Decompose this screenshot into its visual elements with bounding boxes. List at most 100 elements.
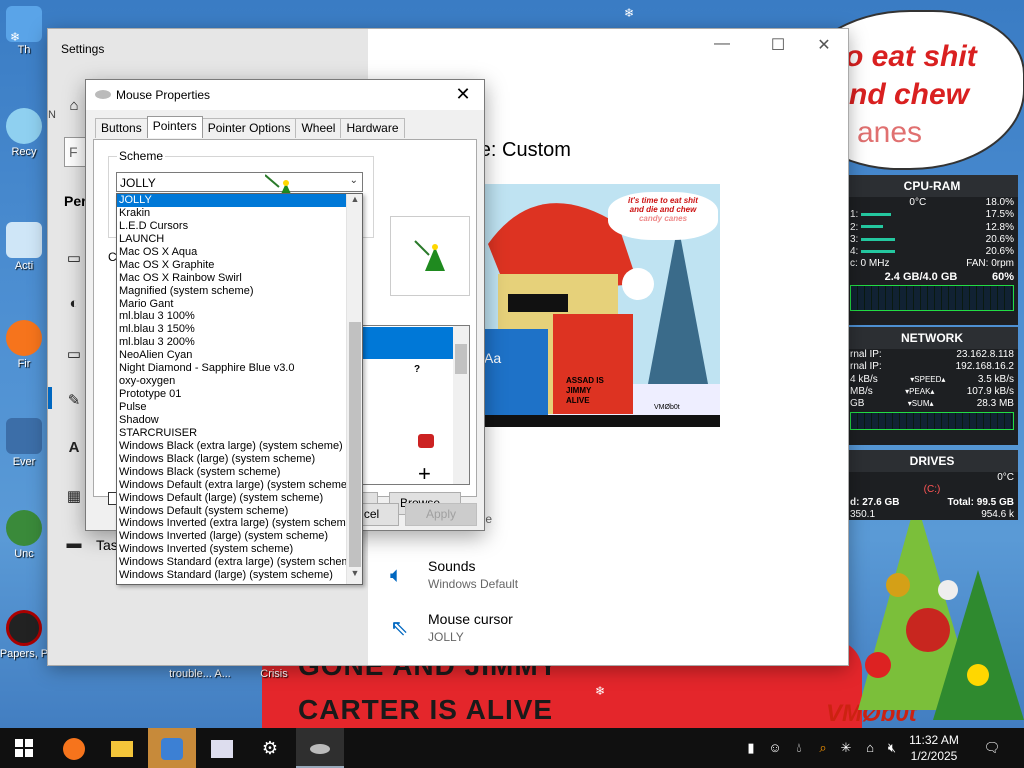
apply-button[interactable]: Apply [405,503,477,526]
scheme-dropdown-list[interactable]: JOLLY Krakin L.E.D Cursors LAUNCH Mac OS X A… [116,193,363,585]
desktop-icon-firefox[interactable]: Fir [0,320,54,370]
scheme-option[interactable]: Windows Default (system scheme) [117,505,362,518]
scheme-option[interactable]: Shadow [117,414,362,427]
desktop-icon-recycle-bin[interactable]: Recy [0,108,54,158]
taskbar-clock[interactable]: 11:32 AM 1/2/2025 [904,732,964,764]
start-icon[interactable]: ▦ [64,487,84,505]
close-icon[interactable]: ✕ [812,35,836,55]
tray-snowflake-icon[interactable]: ✳ [836,728,856,768]
taskbar-control-panel[interactable] [198,728,246,768]
scheme-option[interactable]: oxy-oxygen [117,375,362,388]
scheme-option[interactable]: Windows Standard (extra large) (system s… [117,556,362,569]
cpu-ram-widget: CPU-RAM 0°C 18.0% 1: 17.5% 2: 12.8% 3: 20… [846,175,1018,325]
desktop-icon-ever[interactable]: Ever [0,418,54,468]
scheme-option[interactable]: L.E.D Cursors [117,220,362,233]
desktop-icon-this-pc[interactable]: Th [0,6,54,56]
scheme-option[interactable]: ml.blau 3 200% [117,336,362,349]
scheme-option[interactable]: ml.blau 3 150% [117,323,362,336]
chevron-down-icon[interactable]: ⌄ [350,175,358,186]
maximize-icon[interactable]: ☐ [766,35,790,55]
fonts-icon[interactable]: A [64,439,84,456]
scheme-option[interactable]: Mac OS X Rainbow Swirl [117,272,362,285]
desktop-icon-activate[interactable]: Acti [0,222,54,272]
taskbar-mouse-properties[interactable] [296,728,344,768]
wallpaper-text-line-2: CARTER IS ALIVE [298,694,554,725]
taskbar-icon[interactable]: ▬ [64,535,84,552]
scrollbar-thumb[interactable] [349,322,361,567]
scheme-option[interactable]: Mac OS X Graphite [117,259,362,272]
taskbar-settings[interactable]: ⚙ [246,728,294,768]
tray-icon[interactable]: ▮ [742,728,760,768]
bubble-line-2: nd chew [849,78,970,111]
tray-drop-icon[interactable]: 💧︎ [790,728,808,768]
scheme-option[interactable]: JOLLY [117,194,362,207]
dialog-titlebar[interactable]: Mouse Properties ✕ [86,80,484,110]
cursor-list-scrollbar[interactable] [453,326,469,484]
lock-screen-icon[interactable]: ▭ [64,345,84,363]
scheme-option[interactable]: Windows Black (large) (system scheme) [117,453,362,466]
scrollbar-thumb[interactable] [455,344,467,374]
tab-pointer-options[interactable]: Pointer Options [201,118,297,138]
recycle-bin-icon [6,108,42,144]
tab-buttons[interactable]: Buttons [95,118,148,138]
home-icon[interactable]: ⌂ [64,97,84,114]
desktop-icon-papers-please[interactable]: Papers, P [0,610,54,660]
desktop-icon-label: trouble... A... [169,668,231,680]
scheme-option[interactable]: Windows Inverted (large) (system scheme) [117,530,362,543]
tab-hardware[interactable]: Hardware [340,118,405,138]
taskbar-firefox[interactable] [50,728,98,768]
scheme-combobox-value: JOLLY [120,176,156,190]
notification-icon[interactable]: 🗨︎ [980,728,1004,768]
scheme-option[interactable]: NeoAlien Cyan [117,349,362,362]
app-icon [6,510,42,546]
tray-people-icon[interactable]: ☺ [764,728,786,768]
scheme-option[interactable]: Windows Black (extra large) (system sche… [117,440,362,453]
scheme-option[interactable]: Night Diamond - Sapphire Blue v3.0 [117,362,362,375]
close-icon[interactable]: ✕ [450,84,476,105]
taskbar-app[interactable] [148,728,196,768]
scheme-option[interactable]: Krakin [117,207,362,220]
scheme-option[interactable]: Prototype 01 [117,388,362,401]
scheme-option[interactable]: Magnified (system scheme) [117,285,362,298]
scheme-option[interactable]: Windows Default (large) (system scheme) [117,492,362,505]
widget-title: CPU-RAM [846,175,1018,197]
taskbar-file-explorer[interactable] [98,728,146,768]
scheme-option[interactable]: ml.blau 3 100% [117,310,362,323]
scheme-option[interactable]: LAUNCH [117,233,362,246]
drives-widget: DRIVES 0°C (C:) d: 27.6 GB Total: 99.5 GB… [846,450,1018,520]
scheme-option[interactable]: Mac OS X Aqua [117,246,362,259]
desktop-icon-unc[interactable]: Unc [0,510,54,560]
colors-icon[interactable]: ◐ [64,295,84,312]
scheme-option[interactable]: Windows Standard (large) (system scheme) [117,569,362,582]
scroll-up-icon[interactable]: ▲ [347,194,363,210]
scheme-option[interactable]: Windows Inverted (extra large) (system s… [117,517,362,530]
scheme-option[interactable]: Mario Gant [117,298,362,311]
themes-icon[interactable]: ✎ [64,391,84,409]
volume-muted-icon[interactable]: 🔇︎ [882,728,902,768]
scheme-option[interactable]: STARCRUISER [117,427,362,440]
scheme-options: JOLLY Krakin L.E.D Cursors LAUNCH Mac OS X A… [117,194,362,582]
nav-item-taskbar[interactable]: Tas [96,537,118,553]
background-icon[interactable]: ▭ [64,249,84,267]
scheme-option[interactable]: Windows Default (extra large) (system sc… [117,479,362,492]
tab-wheel[interactable]: Wheel [295,118,342,138]
tab-pointers[interactable]: Pointers [146,116,203,138]
dropdown-scrollbar[interactable]: ▲ ▼ [346,194,362,584]
folder-icon [111,741,133,758]
scheme-combobox[interactable]: JOLLY ⌄ [116,172,363,205]
setting-sounds[interactable]: 🔈︎ Sounds Windows Default [390,558,688,591]
gear-icon: ⚙ [261,738,279,758]
scheme-option[interactable]: Windows Inverted (system scheme) [117,543,362,556]
setting-mouse-cursor[interactable]: ⇖ Mouse cursor JOLLY [390,611,688,644]
desktop-icon-trouble[interactable]: trouble... A... [160,668,240,680]
minimize-icon[interactable]: — [710,35,734,53]
start-button[interactable] [0,728,48,768]
search-icon[interactable]: ⌕ [812,728,834,768]
network-icon[interactable]: ⌂ [860,728,880,768]
preview-signature: VMØb0t [654,404,680,411]
scheme-option[interactable]: Pulse [117,401,362,414]
scheme-option[interactable]: Windows Black (system scheme) [117,466,362,479]
help-cursor-icon: ? [414,364,421,375]
desktop-icon-crisis[interactable]: Crisis [244,668,304,680]
scroll-down-icon[interactable]: ▼ [347,568,363,584]
